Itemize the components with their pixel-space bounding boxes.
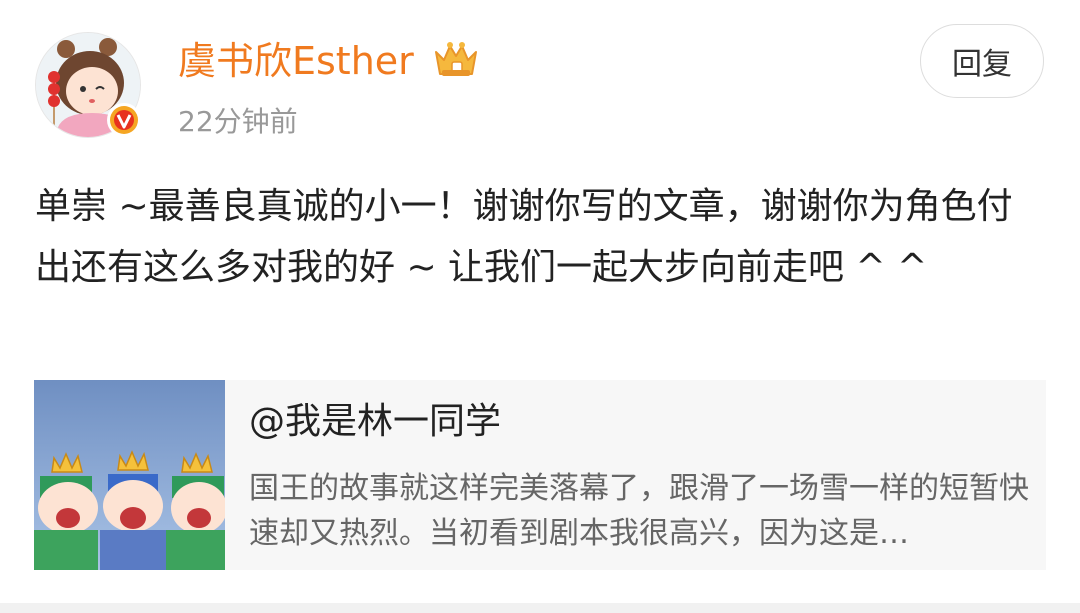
verified-badge-icon bbox=[106, 102, 142, 138]
user-avatar[interactable] bbox=[35, 32, 143, 140]
username[interactable]: 虞书欣Esther bbox=[178, 38, 414, 84]
quoted-post-card[interactable]: @我是林一同学 国王的故事就这样完美落幕了，跟滑了一场雪一样的短暂快速却又热烈。… bbox=[34, 380, 1046, 570]
comment-post: 虞书欣Esther 22分钟前 回复 单崇 ~最善良真诚的小一！谢谢你写的文章，… bbox=[0, 0, 1080, 600]
section-divider bbox=[0, 603, 1080, 613]
quoted-author[interactable]: @我是林一同学 bbox=[249, 400, 501, 444]
post-timestamp: 22分钟前 bbox=[178, 105, 298, 138]
cartoon-kings-thumbnail-icon bbox=[34, 380, 225, 570]
quoted-excerpt: 国王的故事就这样完美落幕了，跟滑了一场雪一样的短暂快速却又热烈。当初看到剧本我很… bbox=[249, 471, 1029, 551]
reply-button[interactable]: 回复 bbox=[920, 24, 1044, 98]
post-body-text: 单崇 ~最善良真诚的小一！谢谢你写的文章，谢谢你为角色付出还有这么多对我的好 ~… bbox=[35, 186, 1013, 288]
crown-badge-icon bbox=[430, 40, 482, 80]
